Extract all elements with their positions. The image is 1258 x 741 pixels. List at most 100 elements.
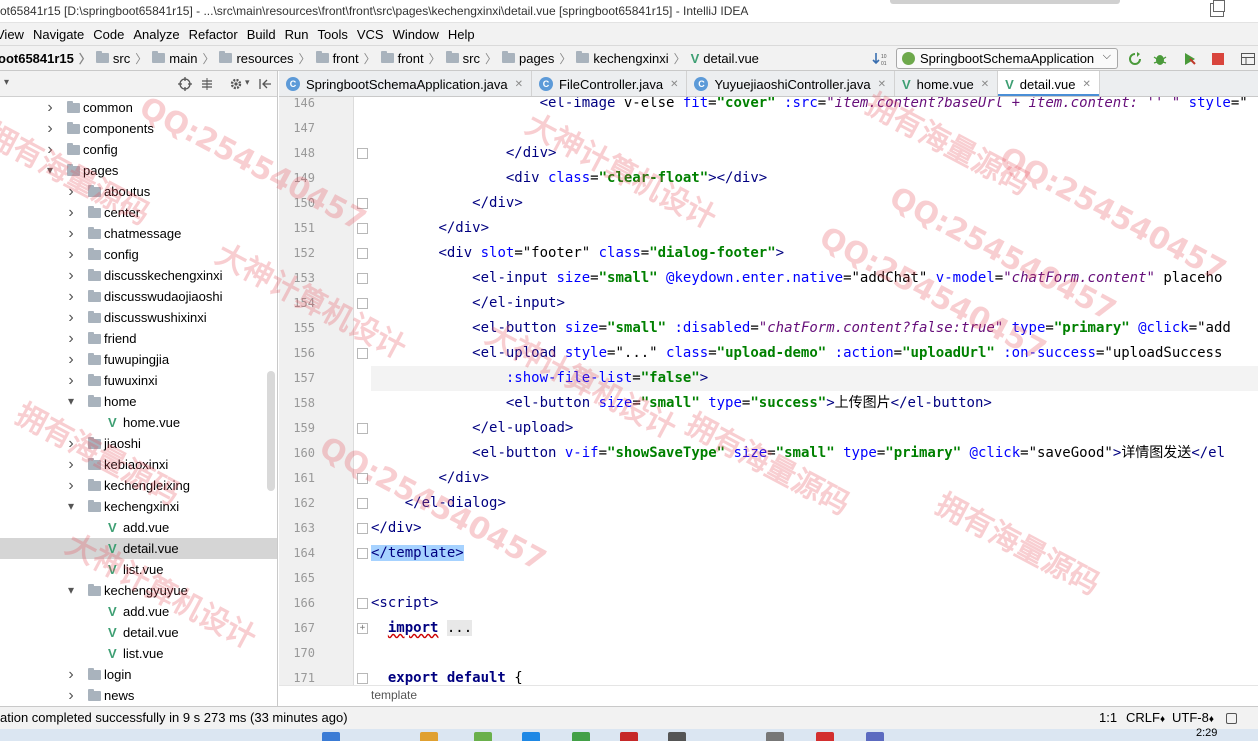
tab-filecontroller-java[interactable]: C FileController.java ✕: [532, 71, 688, 96]
tree-folder[interactable]: › jiaoshi: [0, 433, 277, 454]
taskbar-clock[interactable]: 2:29: [1196, 727, 1217, 739]
tab-detail-vue[interactable]: Vdetail.vue ✕: [998, 71, 1100, 96]
editor-breadcrumb-item[interactable]: template: [371, 688, 417, 702]
tree-file[interactable]: Vlist.vue: [0, 643, 277, 664]
menu-code[interactable]: Code: [89, 27, 128, 42]
code-line[interactable]: </el-input>: [371, 291, 565, 316]
close-icon[interactable]: ✕: [670, 79, 678, 90]
tree-folder[interactable]: › kebiaoxinxi: [0, 454, 277, 475]
chevron-right-icon[interactable]: ›: [66, 265, 76, 286]
taskbar-app-icon[interactable]: [420, 732, 438, 741]
taskbar-app-icon[interactable]: [866, 732, 884, 741]
fold-icon[interactable]: [357, 598, 368, 609]
fold-icon[interactable]: [357, 273, 368, 284]
tree-folder[interactable]: › chatmessage: [0, 223, 277, 244]
code-line[interactable]: </div>: [371, 466, 489, 491]
chevron-right-icon[interactable]: ›: [66, 349, 76, 370]
code-line[interactable]: <div slot="footer" class="dialog-footer"…: [371, 241, 784, 266]
restore-window-icon[interactable]: [1210, 0, 1225, 17]
menu-run[interactable]: Run: [281, 27, 313, 42]
chevron-right-icon[interactable]: ›: [66, 307, 76, 328]
chevron-down-icon[interactable]: ▾: [66, 391, 76, 412]
chevron-right-icon[interactable]: ›: [66, 181, 76, 202]
project-structure-icon[interactable]: [1240, 51, 1256, 67]
taskbar-app-icon[interactable]: [572, 732, 590, 741]
taskbar-app-icon[interactable]: [766, 732, 784, 741]
taskbar-app-icon[interactable]: [522, 732, 540, 741]
tree-folder[interactable]: › center: [0, 202, 277, 223]
tree-folder[interactable]: ▾ kechengxinxi: [0, 496, 277, 517]
breadcrumb-item[interactable]: resources 〉: [219, 50, 315, 67]
collapse-all-icon[interactable]: [200, 77, 214, 91]
line-separator[interactable]: CRLF♦: [1126, 707, 1165, 731]
expand-fold-icon[interactable]: +: [357, 623, 368, 634]
chevron-down-icon[interactable]: ▾: [66, 496, 76, 517]
breadcrumb-item[interactable]: pages 〉: [501, 50, 576, 67]
breadcrumb-item[interactable]: src 〉: [95, 50, 152, 67]
breadcrumb-item[interactable]: src 〉: [445, 50, 502, 67]
tab-yuyuejiaoshicontroller-java[interactable]: C YuyuejiaoshiController.java ✕: [687, 71, 895, 96]
fold-icon[interactable]: [357, 148, 368, 159]
breadcrumb-item[interactable]: front 〉: [315, 50, 381, 67]
tree-file[interactable]: Vhome.vue: [0, 412, 277, 433]
menu-window[interactable]: Window: [389, 27, 443, 42]
tree-folder[interactable]: › components: [0, 118, 277, 139]
chevron-right-icon[interactable]: ›: [66, 202, 76, 223]
tree-file[interactable]: Vlist.vue: [0, 559, 277, 580]
chevron-right-icon[interactable]: ›: [66, 328, 76, 349]
tree-folder[interactable]: › kechengleixing: [0, 475, 277, 496]
code-line[interactable]: import ...: [371, 616, 473, 641]
tree-folder[interactable]: › discusskechengxinxi: [0, 265, 277, 286]
menu-tools[interactable]: Tools: [314, 27, 352, 42]
dropdown-icon[interactable]: ▾: [4, 77, 9, 88]
code-line[interactable]: </el-dialog>: [371, 491, 506, 516]
chevron-right-icon[interactable]: ›: [66, 475, 76, 496]
fold-icon[interactable]: [357, 198, 368, 209]
code-line[interactable]: export default {: [371, 666, 523, 685]
tree-file[interactable]: Vdetail.vue: [0, 538, 277, 559]
chevron-right-icon[interactable]: ›: [66, 685, 76, 706]
code-line[interactable]: <el-image v-else fit="cover" :src="item.…: [371, 97, 1248, 116]
chevron-right-icon[interactable]: ›: [66, 664, 76, 685]
breadcrumb-item[interactable]: oot65841r15 〉: [0, 50, 96, 67]
gear-icon[interactable]: [229, 77, 243, 91]
fold-icon[interactable]: [357, 548, 368, 559]
close-icon[interactable]: ✕: [981, 79, 989, 90]
caret-position[interactable]: 1:1: [1099, 707, 1117, 729]
fold-icon[interactable]: [357, 673, 368, 684]
menu-navigate[interactable]: Navigate: [29, 27, 88, 42]
status-message[interactable]: ation completed successfully in 9 s 273 …: [0, 707, 348, 729]
code-line[interactable]: <script>: [371, 591, 438, 616]
tree-folder[interactable]: ▾ home: [0, 391, 277, 412]
code-line[interactable]: <el-button size="small" :disabled="chatF…: [371, 316, 1231, 341]
tree-folder[interactable]: › aboutus: [0, 181, 277, 202]
rerun-icon[interactable]: [1127, 51, 1143, 67]
breadcrumb-item[interactable]: Vdetail.vue: [691, 51, 759, 66]
tree-folder[interactable]: ▾ kechengyuyue: [0, 580, 277, 601]
fold-icon[interactable]: [357, 298, 368, 309]
tree-file[interactable]: Vadd.vue: [0, 517, 277, 538]
chevron-down-icon[interactable]: ▾: [45, 160, 55, 181]
tree-folder[interactable]: › fuwuxinxi: [0, 370, 277, 391]
menu-refactor[interactable]: Refactor: [185, 27, 242, 42]
breadcrumb-item[interactable]: front 〉: [380, 50, 446, 67]
sort-icon[interactable]: 1001: [872, 51, 888, 67]
fold-icon[interactable]: [357, 248, 368, 259]
chevron-right-icon[interactable]: ›: [66, 454, 76, 475]
lock-icon[interactable]: [1226, 713, 1237, 724]
code-line[interactable]: :show-file-list="false">: [371, 366, 708, 391]
chevron-right-icon[interactable]: ›: [66, 244, 76, 265]
tree-folder[interactable]: › discusswushixinxi: [0, 307, 277, 328]
tree-file[interactable]: Vdetail.vue: [0, 622, 277, 643]
tree-folder[interactable]: › friend: [0, 328, 277, 349]
coverage-icon[interactable]: [1182, 51, 1198, 67]
stop-icon[interactable]: [1210, 51, 1226, 67]
menu-vcs[interactable]: VCS: [353, 27, 388, 42]
breadcrumb-item[interactable]: kechengxinxi 〉: [576, 50, 690, 67]
code-line[interactable]: </div>: [371, 516, 422, 541]
code-line[interactable]: </div>: [371, 141, 557, 166]
taskbar-app-icon[interactable]: [668, 732, 686, 741]
chevron-right-icon[interactable]: ›: [45, 139, 55, 160]
taskbar-app-icon[interactable]: [816, 732, 834, 741]
menu-build[interactable]: Build: [243, 27, 280, 42]
